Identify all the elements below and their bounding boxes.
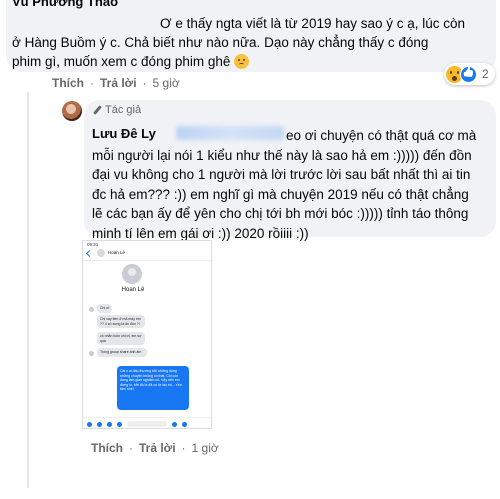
phone-message-input (127, 421, 167, 427)
phone-header-name: Hoan Lê (108, 250, 126, 255)
pen-icon (92, 105, 102, 115)
top-comment-line-3-text: phim gì, muốn xem c đóng phim ghê (12, 54, 231, 69)
reply-author[interactable]: Lưu Đê Ly (92, 126, 156, 141)
phone-message: Chị vay tiền ở mã mấy em ?? 4 cô xưng là… (97, 315, 145, 328)
top-comment-line-1: Ơ e thấy ngta viết là từ 2019 hay sao ý … (160, 16, 466, 31)
like-button[interactable]: Thích (91, 441, 123, 455)
image-icon (107, 421, 112, 427)
reply-text: eo ơi chuyện có thật quá cơ mà mỗi người… (92, 126, 490, 243)
phone-contact-name: Hoan Lê (121, 287, 145, 293)
phone-message-sent: Cái x ai đấu thương bởi những dòng những… (117, 366, 189, 410)
back-arrow-icon (85, 249, 94, 258)
phone-message: Chị ơi (97, 304, 113, 313)
reaction-summary[interactable]: 2 (444, 63, 495, 85)
author-badge-label: Tác giả (105, 104, 142, 116)
reaction-count: 2 (482, 67, 489, 81)
phone-composer (83, 417, 211, 428)
separator-dot: · (129, 441, 133, 455)
reply-line-4: đc hả em??? :)) em nghĩ gì mà chuyện 201… (92, 186, 469, 202)
top-comment-line-3: phim gì, muốn xem c đóng phim ghê (12, 52, 482, 71)
like-icon (182, 421, 187, 427)
phone-message: có nhắn luôn chị ơi, em sợ quá (97, 332, 145, 345)
phone-message: Trong group share ảnh ấm (97, 348, 147, 357)
divider (83, 260, 211, 261)
separator-dot: · (90, 76, 94, 90)
top-comment-text: Ơ e thấy ngta viết là từ 2019 hay sao ý … (12, 14, 482, 71)
author-badge: Tác giả (92, 104, 141, 116)
phone-mini-avatar (89, 307, 94, 312)
top-comment-line-2: ở Hàng Buồm ý c. Chả biết như nào nữa. D… (12, 35, 429, 50)
reply-button[interactable]: Trả lời (139, 441, 176, 455)
reply-line-5: lẽ các bạn ấy để yên cho chị tới bh mới … (92, 206, 469, 221)
top-comment-actions: Thích · Trả lời · 5 giờ (52, 76, 180, 90)
reply-line-2: mỗi người lại nói 1 kiểu như thế này là … (92, 147, 472, 163)
timestamp[interactable]: 1 giờ (192, 441, 219, 455)
phone-contact-avatar (122, 264, 142, 284)
camera-icon (97, 421, 102, 427)
reply-line-3: đại vu không cho 1 người mà lời trước lờ… (92, 167, 471, 182)
menu-icon (87, 421, 92, 427)
separator-dot: · (142, 76, 147, 90)
mic-icon (117, 421, 122, 427)
attached-image[interactable]: 09:31 Hoan Lê Hoan Lê Chị ơi Chị vay tiề… (82, 240, 212, 429)
like-icon (460, 65, 477, 83)
separator-dot: · (181, 441, 186, 455)
phone-status-time: 09:31 (87, 242, 99, 247)
timestamp[interactable]: 5 giờ (153, 76, 180, 90)
emoji-icon (172, 421, 177, 427)
like-button[interactable]: Thích (52, 76, 84, 90)
phone-mini-avatar (89, 351, 94, 356)
sad-face-emoji-icon (234, 54, 250, 69)
thread-line (27, 92, 29, 488)
avatar[interactable] (62, 101, 82, 121)
reply-actions: Thích · Trả lời · 1 giờ (91, 441, 219, 455)
top-comment-author[interactable]: Vũ Phương Thảo (12, 0, 118, 9)
phone-header-avatar (97, 249, 105, 257)
reply-button[interactable]: Trả lời (100, 76, 137, 90)
